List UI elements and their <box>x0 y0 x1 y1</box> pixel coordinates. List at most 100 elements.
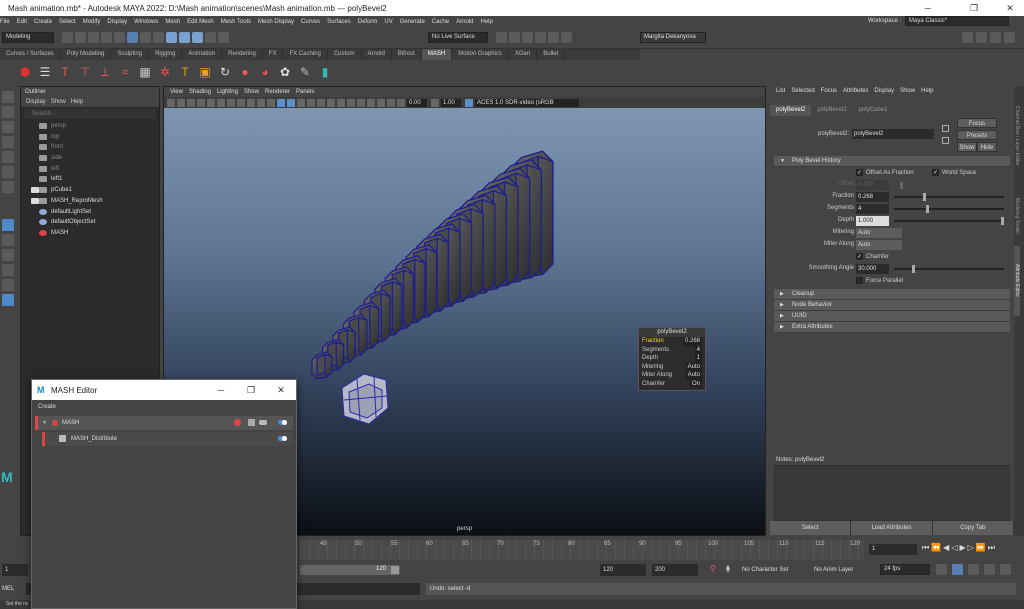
render-settings-icon[interactable] <box>522 32 533 43</box>
outliner-item[interactable]: side <box>21 153 159 164</box>
viewport-menu-shading[interactable]: Shading <box>189 87 211 97</box>
depth-slider[interactable] <box>894 217 1004 225</box>
hud-row[interactable]: Mitering Auto <box>639 362 705 371</box>
mash-random-icon[interactable]: ≈ <box>118 65 132 79</box>
move-tool-icon[interactable] <box>2 136 14 148</box>
antialias-icon[interactable] <box>347 98 355 107</box>
depth-slider-knob[interactable] <box>1001 217 1004 225</box>
maximize-button[interactable]: ❐ <box>960 0 988 16</box>
script-icon[interactable]: ▮ <box>318 65 332 79</box>
outliner-item[interactable]: left1 <box>21 174 159 185</box>
shelf-tab-motion-graphics[interactable]: Motion Graphics <box>452 49 509 60</box>
menu-curves[interactable]: Curves <box>301 19 320 25</box>
hud-row[interactable]: Chamfer On <box>639 379 705 388</box>
outliner-item[interactable]: persp <box>21 121 159 132</box>
undo-icon[interactable] <box>101 32 112 43</box>
network-options-icon[interactable] <box>248 419 255 426</box>
side-tab-channel-box[interactable]: Channel Box / Layer Editor <box>1014 86 1020 186</box>
mash-distribute-icon[interactable]: ⟂ <box>98 65 112 79</box>
motion-blur-icon[interactable] <box>337 98 345 107</box>
segments-field[interactable]: 4 <box>856 204 889 214</box>
camera-attr-icon[interactable] <box>167 98 175 107</box>
shelf-tab-xgen[interactable]: XGen <box>509 49 538 60</box>
segments-slider[interactable] <box>894 205 1004 213</box>
auto-key-icon[interactable]: ⚲ <box>710 564 716 573</box>
step-back-icon[interactable]: ◀ <box>943 543 949 553</box>
menu-select[interactable]: Select <box>59 19 76 25</box>
go-to-end-icon[interactable]: ⏭ <box>988 543 995 553</box>
render-view-icon[interactable] <box>548 32 559 43</box>
bookmark-icon[interactable] <box>177 98 185 107</box>
anim-end-field[interactable]: 200 <box>652 564 698 576</box>
hud-row[interactable]: Depth 1 <box>639 354 705 363</box>
step-forward-key-icon[interactable]: ⏩ <box>976 543 986 553</box>
outliner-item[interactable]: left <box>21 164 159 175</box>
shelf-tab-bifrost[interactable]: Bifrost <box>392 49 422 60</box>
step-forward-icon[interactable]: ▷ <box>968 543 974 553</box>
mash-points-icon[interactable]: ✲ <box>158 65 172 79</box>
outliner-search-input[interactable]: Search... <box>24 109 156 119</box>
render-icon[interactable] <box>496 32 507 43</box>
shelf-tab-fx-caching[interactable]: FX Caching <box>283 49 328 60</box>
outliner-item[interactable]: top <box>21 132 159 143</box>
gate-mask-icon[interactable] <box>227 98 235 107</box>
timeline-track[interactable]: 45 50 55 60 65 70 75 80 85 90 95 100 105… <box>300 540 864 560</box>
outliner-item[interactable]: pCube1 <box>21 185 159 196</box>
step-back-key-icon[interactable]: ⏪ <box>931 543 941 553</box>
rotate-tool-icon[interactable] <box>2 151 14 163</box>
attr-menu-focus[interactable]: Focus <box>821 86 837 97</box>
shelf-tab-rendering[interactable]: Rendering <box>222 49 263 60</box>
menu-generate[interactable]: Generate <box>400 19 425 25</box>
outliner-menu-display[interactable]: Display <box>26 97 46 107</box>
paint-icon[interactable]: ◕ <box>258 65 272 79</box>
viewport-menu-show[interactable]: Show <box>244 87 259 97</box>
attr-menu-help[interactable]: Help <box>921 86 933 97</box>
close-button[interactable]: ✕ <box>996 0 1024 16</box>
menu-windows[interactable]: Windows <box>134 19 158 25</box>
smooth-shade-icon[interactable] <box>277 98 285 107</box>
shelf-tab-bullet[interactable]: Bullet <box>537 49 566 60</box>
toggle-panel-icon[interactable] <box>962 32 973 43</box>
range-end-field[interactable]: 120 <box>600 564 646 576</box>
gamma-icon[interactable] <box>431 98 439 107</box>
mash-create-icon[interactable]: ⬢ <box>18 65 32 79</box>
shelf-tab-poly-modeling[interactable]: Poly Modeling <box>61 49 112 60</box>
smoothing-angle-slider-knob[interactable] <box>912 265 916 273</box>
snap-surface-icon[interactable] <box>205 32 216 43</box>
sound-icon[interactable] <box>968 564 979 575</box>
key-icon[interactable]: ⧫ <box>726 564 730 573</box>
channel-box-icon[interactable] <box>1004 32 1015 43</box>
resolution-gate-icon[interactable] <box>217 98 225 107</box>
wireframe-on-shaded-icon[interactable] <box>287 98 295 107</box>
redo-icon[interactable] <box>114 32 125 43</box>
depth-field[interactable]: 1.000 <box>856 216 889 226</box>
presets-node-icon[interactable] <box>942 137 949 144</box>
isolate-icon[interactable] <box>357 98 365 107</box>
fps-dropdown[interactable]: 24 fps <box>880 564 930 575</box>
viewport-menu-renderer[interactable]: Renderer <box>265 87 290 97</box>
single-view-icon[interactable] <box>2 219 14 231</box>
miter-along-dropdown[interactable]: Auto <box>856 240 902 250</box>
hud-row[interactable]: Miter Along Auto <box>639 371 705 380</box>
tab-polybevel1[interactable]: polyBevel1 <box>811 105 852 116</box>
lasso-tool-icon[interactable] <box>2 106 14 118</box>
mash-grid-icon[interactable]: ▦ <box>138 65 152 79</box>
outliner-layout-icon[interactable] <box>2 279 14 291</box>
focus-button[interactable]: Focus <box>957 118 997 128</box>
world-space-checkbox[interactable]: ✓ World Space <box>932 169 976 176</box>
offset-as-fraction-checkbox[interactable]: ✓ Offset As Fraction <box>856 169 914 176</box>
shelf-tab-animation[interactable]: Animation <box>182 49 223 60</box>
select-button[interactable]: Select <box>770 521 852 535</box>
gamma-field[interactable]: 1.00 <box>441 98 461 107</box>
section-node-behavior[interactable]: Node Behavior <box>774 300 1010 311</box>
mash-create-menu[interactable]: Create <box>32 400 296 414</box>
dynamics-icon[interactable]: ✿ <box>278 65 292 79</box>
side-tab-attribute-editor[interactable]: Attribute Editor <box>1014 246 1020 316</box>
hide-button[interactable]: Hide <box>977 142 997 152</box>
fraction-slider[interactable] <box>894 193 1004 201</box>
last-tool-icon[interactable] <box>2 181 14 193</box>
range-bar[interactable]: 120 <box>300 565 400 575</box>
mash-maximize-button[interactable]: ❐ <box>236 380 266 400</box>
image-plane-icon[interactable] <box>187 98 195 107</box>
shelf-tab-curves[interactable]: Curves / Surfaces <box>0 49 61 60</box>
